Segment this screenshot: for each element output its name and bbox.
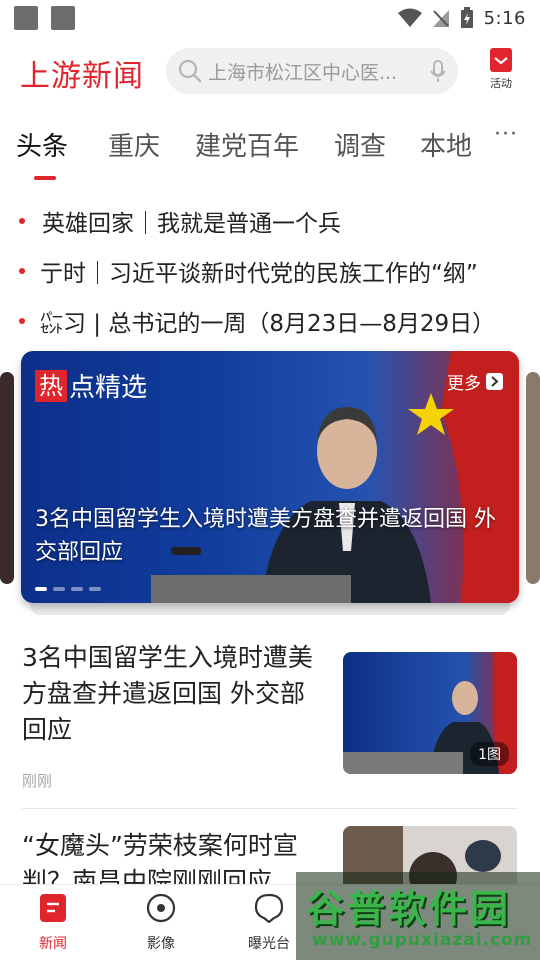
gift-icon xyxy=(490,48,512,72)
more-label: 更多 xyxy=(447,374,481,394)
next-card-peek[interactable] xyxy=(526,372,540,584)
wifi-icon xyxy=(397,8,422,27)
bullet-icon xyxy=(19,218,25,224)
featured-title: 3名中国留学生入境时遭美方盘查并遣返回国 外交部回应 xyxy=(35,507,496,565)
active-tab-indicator xyxy=(34,176,56,180)
clock: 5:16 xyxy=(483,7,526,29)
hot-badge: 热 xyxy=(35,369,67,402)
nav-label: 影像 xyxy=(147,936,175,952)
carousel-dot xyxy=(35,587,47,591)
card-shadow xyxy=(30,603,510,615)
search-icon xyxy=(178,59,202,83)
news-title: 3名中国留学生入境时遭美方盘查并遣返回国 外交部回应 xyxy=(22,643,313,744)
watermark-url: www.gupuxiazai.com xyxy=(312,930,533,950)
section-header: 热 点精选 xyxy=(35,367,147,404)
headline-text: ㌫习 | 总书记的一周（8月23日—8月29日） xyxy=(40,311,496,337)
carousel-indicator xyxy=(35,587,101,591)
nav-label: 新闻 xyxy=(39,936,67,952)
search-bar[interactable]: 上海市松江区中心医... xyxy=(166,48,458,94)
nav-news[interactable]: 新闻 xyxy=(13,893,93,953)
activity-label: 活动 xyxy=(490,77,512,90)
bullet-icon xyxy=(19,268,25,274)
tab-chongqing[interactable]: 重庆 xyxy=(108,126,160,163)
news-thumbnail: 1图 xyxy=(343,652,517,774)
nav-video[interactable]: 影像 xyxy=(121,893,201,953)
tab-party-centenary[interactable]: 建党百年 xyxy=(195,126,299,163)
tab-investigation[interactable]: 调查 xyxy=(334,126,386,163)
featured-card[interactable]: 热 点精选 更多 3名中国留学生入境时遭美方盘查并遣返回国 外交部回应 xyxy=(21,351,519,603)
previous-card-peek[interactable] xyxy=(0,372,14,584)
news-item[interactable]: 3名中国留学生入境时遭美方盘查并遣返回国 外交部回应 刚刚 1图 xyxy=(0,638,540,808)
list-divider xyxy=(22,808,518,809)
watermark-title: 谷普软件园 xyxy=(306,887,512,931)
signal-off-icon xyxy=(432,10,449,27)
video-icon xyxy=(146,893,176,923)
watermark: 谷普软件园 www.gupuxiazai.com xyxy=(296,872,540,960)
chevron-right-icon xyxy=(486,373,503,390)
more-tabs-icon[interactable]: ··· xyxy=(494,122,518,147)
carousel-dot xyxy=(53,587,65,591)
activity-button[interactable]: 活动 xyxy=(484,48,518,91)
headline-text: 英雄回家｜我就是普通一个兵 xyxy=(42,211,341,237)
app-logo: 上游新闻 xyxy=(20,59,144,94)
headline-item[interactable]: 亍时｜习近平谈新时代党的民族工作的“纲” xyxy=(0,246,540,296)
section-title: 点精选 xyxy=(69,373,148,403)
notification-icon xyxy=(51,6,75,30)
news-icon xyxy=(38,893,68,923)
search-input[interactable]: 上海市松江区中心医... xyxy=(208,58,430,85)
image-count-badge: 1图 xyxy=(470,742,509,766)
headline-item[interactable]: ㌫习 | 总书记的一周（8月23日—8月29日） xyxy=(0,296,540,346)
carousel-dot xyxy=(89,587,101,591)
category-tabs: 头条 重庆 建党百年 调查 本地 ··· xyxy=(0,120,540,180)
app-header: 上游新闻 上海市松江区中心医... 活动 xyxy=(0,44,540,98)
carousel-dot xyxy=(71,587,83,591)
more-link[interactable]: 更多 xyxy=(447,369,503,394)
exposure-icon xyxy=(254,893,284,924)
headline-item[interactable]: 英雄回家｜我就是普通一个兵 xyxy=(0,196,540,246)
notification-icon xyxy=(14,6,38,30)
tab-headlines[interactable]: 头条 xyxy=(16,126,68,163)
status-bar: 5:16 xyxy=(0,0,540,36)
microphone-icon[interactable] xyxy=(430,59,446,83)
news-title: “女魔头”劳荣枝案何时宣判？南昌中院刚刚回应 xyxy=(22,831,298,884)
battery-icon xyxy=(460,7,473,28)
tab-local[interactable]: 本地 xyxy=(420,126,472,163)
headline-ticker: 英雄回家｜我就是普通一个兵 亍时｜习近平谈新时代党的民族工作的“纲” ㌫习 | … xyxy=(0,196,540,346)
headline-text: 亍时｜习近平谈新时代党的民族工作的“纲” xyxy=(40,261,478,287)
bullet-icon xyxy=(19,318,25,324)
news-time: 刚刚 xyxy=(22,772,53,790)
